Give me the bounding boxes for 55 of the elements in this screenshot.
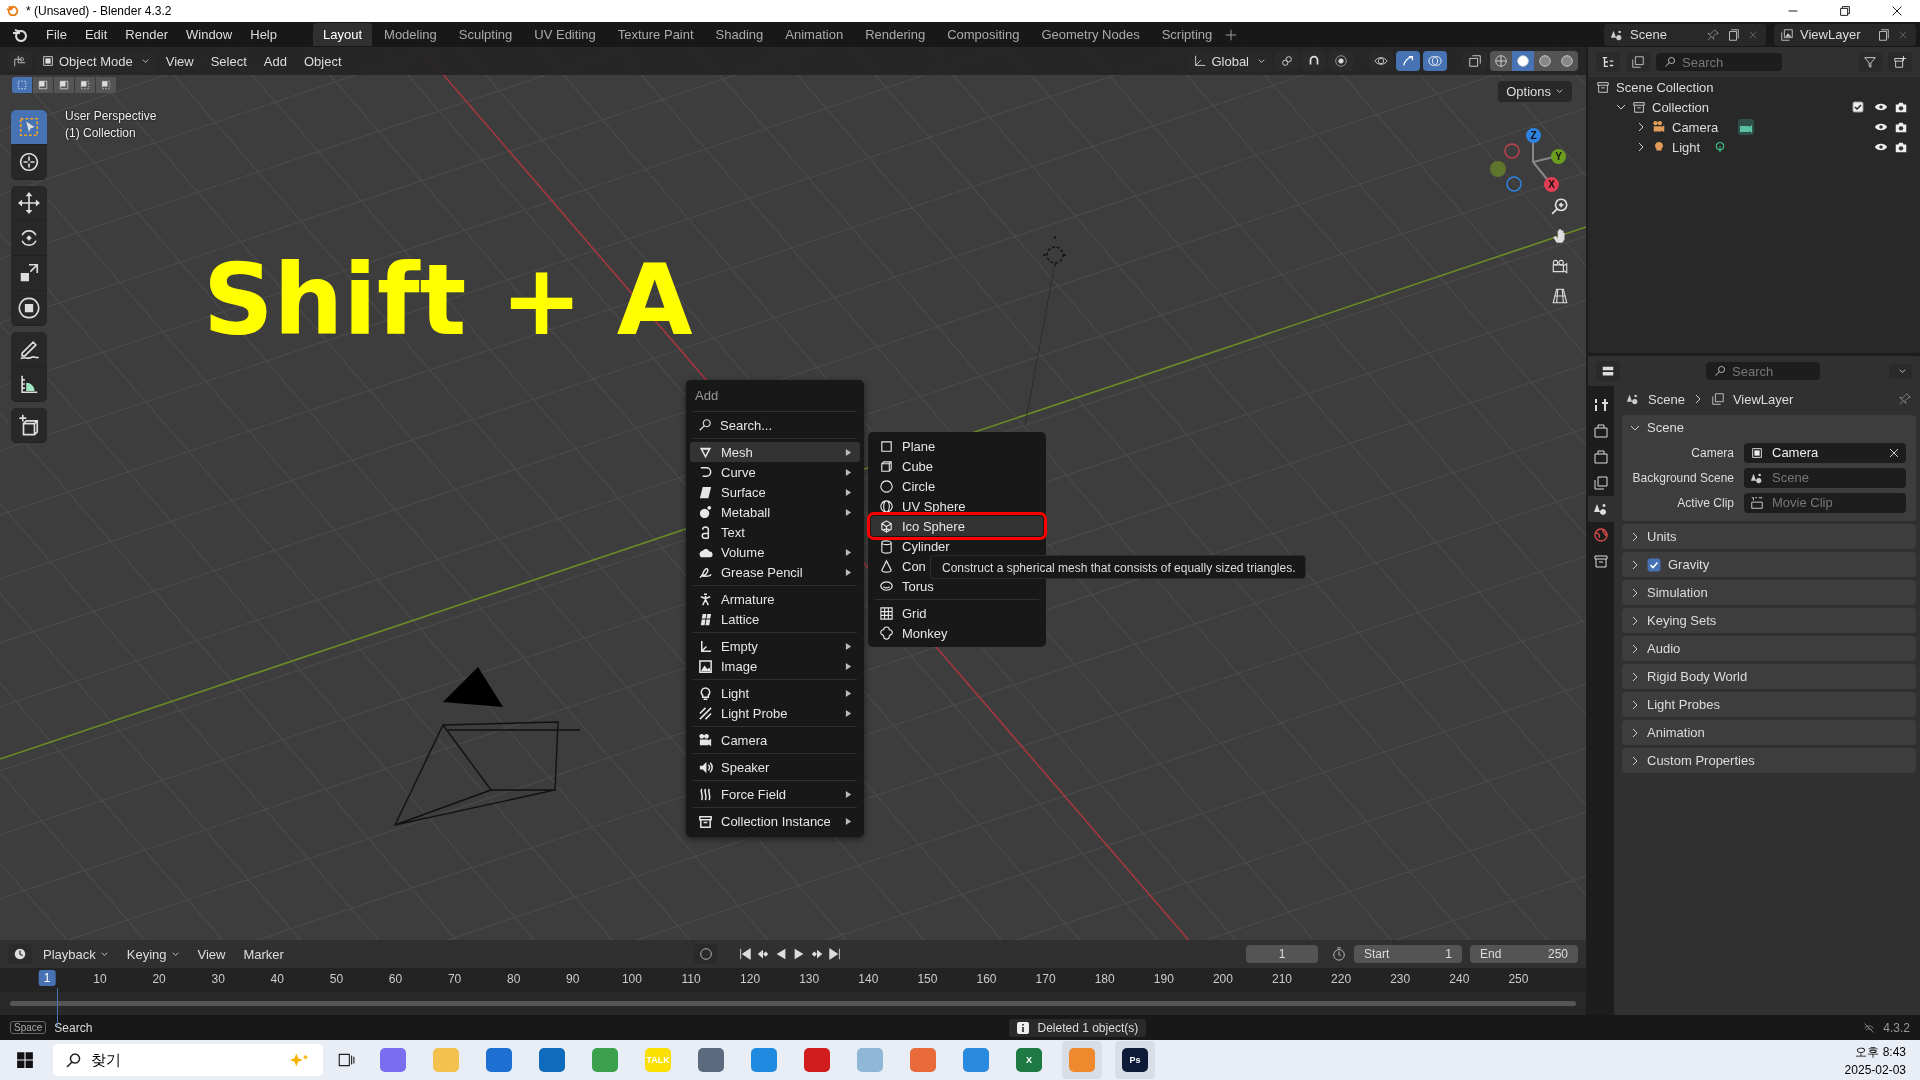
frame-number: 220 [1331, 972, 1352, 986]
frame-number: 60 [388, 972, 403, 986]
field-label: Active Clip [1676, 495, 1735, 510]
frame-number: 250 [1508, 972, 1529, 986]
frame-number: 80 [507, 972, 521, 986]
placeholder: Scene [1772, 470, 1809, 485]
field-value: 1 [1445, 947, 1452, 961]
field-value: 250 [1547, 947, 1568, 961]
tooltip: Construct a spherical mesh that consists of equally sized triangles. [930, 555, 1306, 579]
frame-number: 100 [621, 972, 642, 986]
frame-number: 130 [799, 972, 820, 986]
view-layer-name: ViewLayer [1800, 27, 1862, 42]
breadcrumb-item: Scene [1648, 391, 1685, 407]
field-label: Background Scene [1631, 470, 1735, 485]
breadcrumb-item: ViewLayer [1732, 391, 1794, 407]
frame-number: 190 [1153, 972, 1174, 986]
frame-number: 150 [917, 972, 938, 986]
frame-number: 180 [1094, 972, 1115, 986]
menu-title: Add [694, 387, 720, 405]
app-icon: X [1016, 1048, 1042, 1072]
scene-name: Scene [1630, 27, 1668, 42]
shortcut-caption: Shift + A [203, 243, 693, 357]
frame-number: 140 [858, 972, 879, 986]
app-icon: Ps [1122, 1048, 1148, 1072]
frame-number: 10 [93, 972, 107, 986]
frame-number: 170 [1035, 972, 1056, 986]
frame-number: 110 [681, 972, 701, 986]
frame-number: 210 [1272, 972, 1292, 986]
frame-number: 90 [566, 972, 580, 986]
frame-number: 20 [152, 972, 166, 986]
version-label: 4.3.2 [1883, 1020, 1910, 1035]
field-label: Camera [1690, 445, 1735, 460]
frame-number: 240 [1449, 972, 1470, 986]
placeholder: Search [1732, 363, 1774, 379]
collection-name: (1) Collection [65, 126, 137, 140]
frame-number: 30 [211, 972, 225, 986]
key-hint: Space [10, 1021, 47, 1034]
placeholder: Movie Clip [1772, 495, 1833, 510]
app-icon: TALK [645, 1048, 671, 1072]
window-title: * (Unsaved) - Blender 4.3.2 [26, 4, 172, 18]
frame-number: 50 [329, 972, 344, 986]
key-action: Search [54, 1020, 93, 1035]
frame-number: 120 [740, 972, 761, 986]
frame-number: 230 [1390, 972, 1411, 986]
message-text: Deleted 1 object(s) [1037, 1020, 1139, 1035]
field-label: End [1480, 947, 1502, 961]
frame-number: 200 [1212, 972, 1233, 986]
frame-number: 70 [447, 972, 462, 986]
frame-number: 160 [976, 972, 997, 986]
field-value: 찾기 [91, 1050, 121, 1070]
field-value: Camera [1772, 445, 1819, 460]
view-name: User Perspective [65, 109, 157, 123]
field-label: Start [1364, 947, 1390, 961]
frame-number: 40 [270, 972, 284, 986]
placeholder: Search [1682, 54, 1724, 70]
